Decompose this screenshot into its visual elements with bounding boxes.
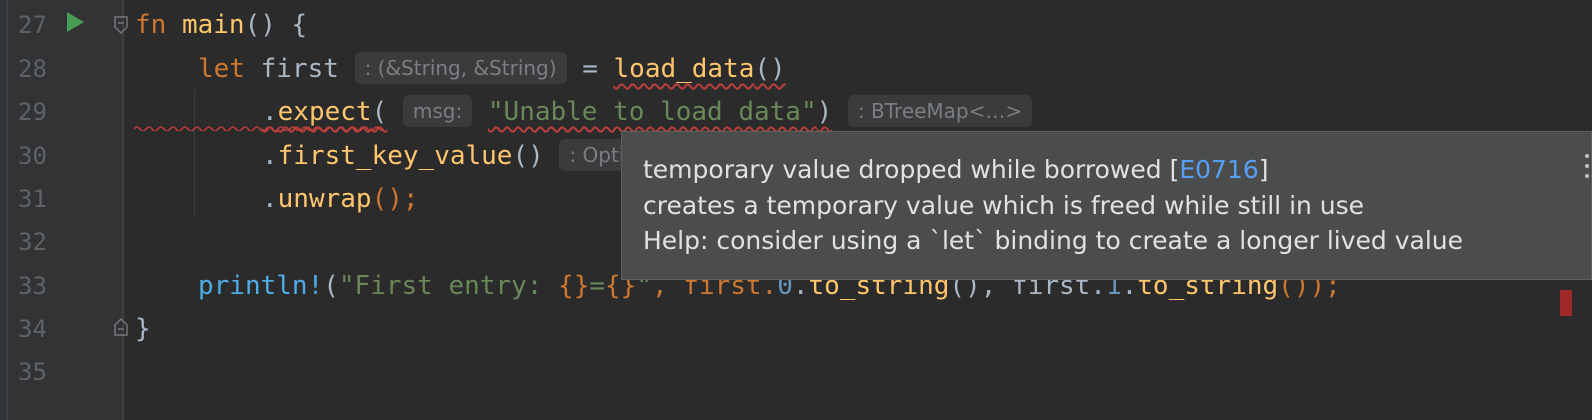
code-text: (); xyxy=(371,184,419,214)
type-hint: : BTreeMap<…> xyxy=(847,94,1033,127)
tooltip-title: temporary value dropped while borrowed [… xyxy=(643,155,1269,184)
code-text: ) xyxy=(816,97,833,127)
code-text: () xyxy=(754,54,786,84)
code-line-27[interactable]: fn main() { xyxy=(135,3,307,47)
method-call: expect xyxy=(277,97,372,127)
code-text: ( xyxy=(371,97,388,127)
error-code-link[interactable]: E0716 xyxy=(1179,155,1258,184)
fold-end-icon[interactable] xyxy=(114,318,128,336)
string-literal: = xyxy=(589,271,606,301)
code-line-28[interactable]: let first : (&String, &String) = load_da… xyxy=(198,47,786,91)
code-text: () xyxy=(512,141,544,171)
macro-call: println! xyxy=(198,271,324,301)
gutter-separator xyxy=(122,0,124,420)
keyword: let xyxy=(198,54,245,84)
tooltip-description: creates a temporary value which is freed… xyxy=(643,191,1365,220)
line-number: 31 xyxy=(18,185,47,213)
run-icon[interactable] xyxy=(67,12,84,32)
type-hint: : (&String, &String) xyxy=(354,51,567,84)
code-text: () { xyxy=(244,10,308,40)
more-options-icon[interactable] xyxy=(1583,154,1591,178)
function-call: load_data xyxy=(613,54,755,84)
tooltip-text: ] xyxy=(1258,155,1269,184)
error-stripe-marker[interactable] xyxy=(1560,290,1572,316)
line-number: 32 xyxy=(18,228,47,256)
indent-guide xyxy=(194,90,195,218)
fold-start-icon[interactable] xyxy=(114,16,128,34)
line-number: 30 xyxy=(18,142,47,170)
error-tooltip: temporary value dropped while borrowed [… xyxy=(621,131,1592,280)
tooltip-help: Help: consider using a `let` binding to … xyxy=(643,226,1463,255)
variable: first xyxy=(260,54,339,84)
code-text: . xyxy=(262,141,278,171)
function-name: main xyxy=(181,10,245,40)
line-number: 29 xyxy=(18,98,47,126)
line-number: 34 xyxy=(18,315,47,343)
line-number: 28 xyxy=(18,55,47,83)
code-line-34[interactable]: } xyxy=(135,307,151,351)
code-line-31[interactable]: .unwrap(); xyxy=(262,177,419,221)
line-number: 33 xyxy=(18,272,47,300)
closing-brace: } xyxy=(135,314,151,344)
format-spec: {} xyxy=(558,271,590,301)
line-number: 35 xyxy=(18,358,47,386)
keyword: fn xyxy=(135,10,167,40)
method-call: unwrap xyxy=(277,184,372,214)
method-call: first_key_value xyxy=(277,141,513,171)
tooltip-text: temporary value dropped while borrowed [ xyxy=(643,155,1180,184)
code-text: . xyxy=(262,184,278,214)
code-text: ( xyxy=(323,271,339,301)
code-text: = xyxy=(566,54,614,84)
error-underline xyxy=(134,126,384,131)
line-number: 27 xyxy=(18,11,47,39)
string-literal: "First entry: xyxy=(338,271,559,301)
string-literal: "Unable to load data" xyxy=(487,97,817,127)
code-line-30[interactable]: .first_key_value() : Opti xyxy=(262,134,635,178)
gutter-edge xyxy=(6,0,8,420)
parameter-hint: msg: xyxy=(402,94,473,127)
code-text: . xyxy=(262,97,278,127)
